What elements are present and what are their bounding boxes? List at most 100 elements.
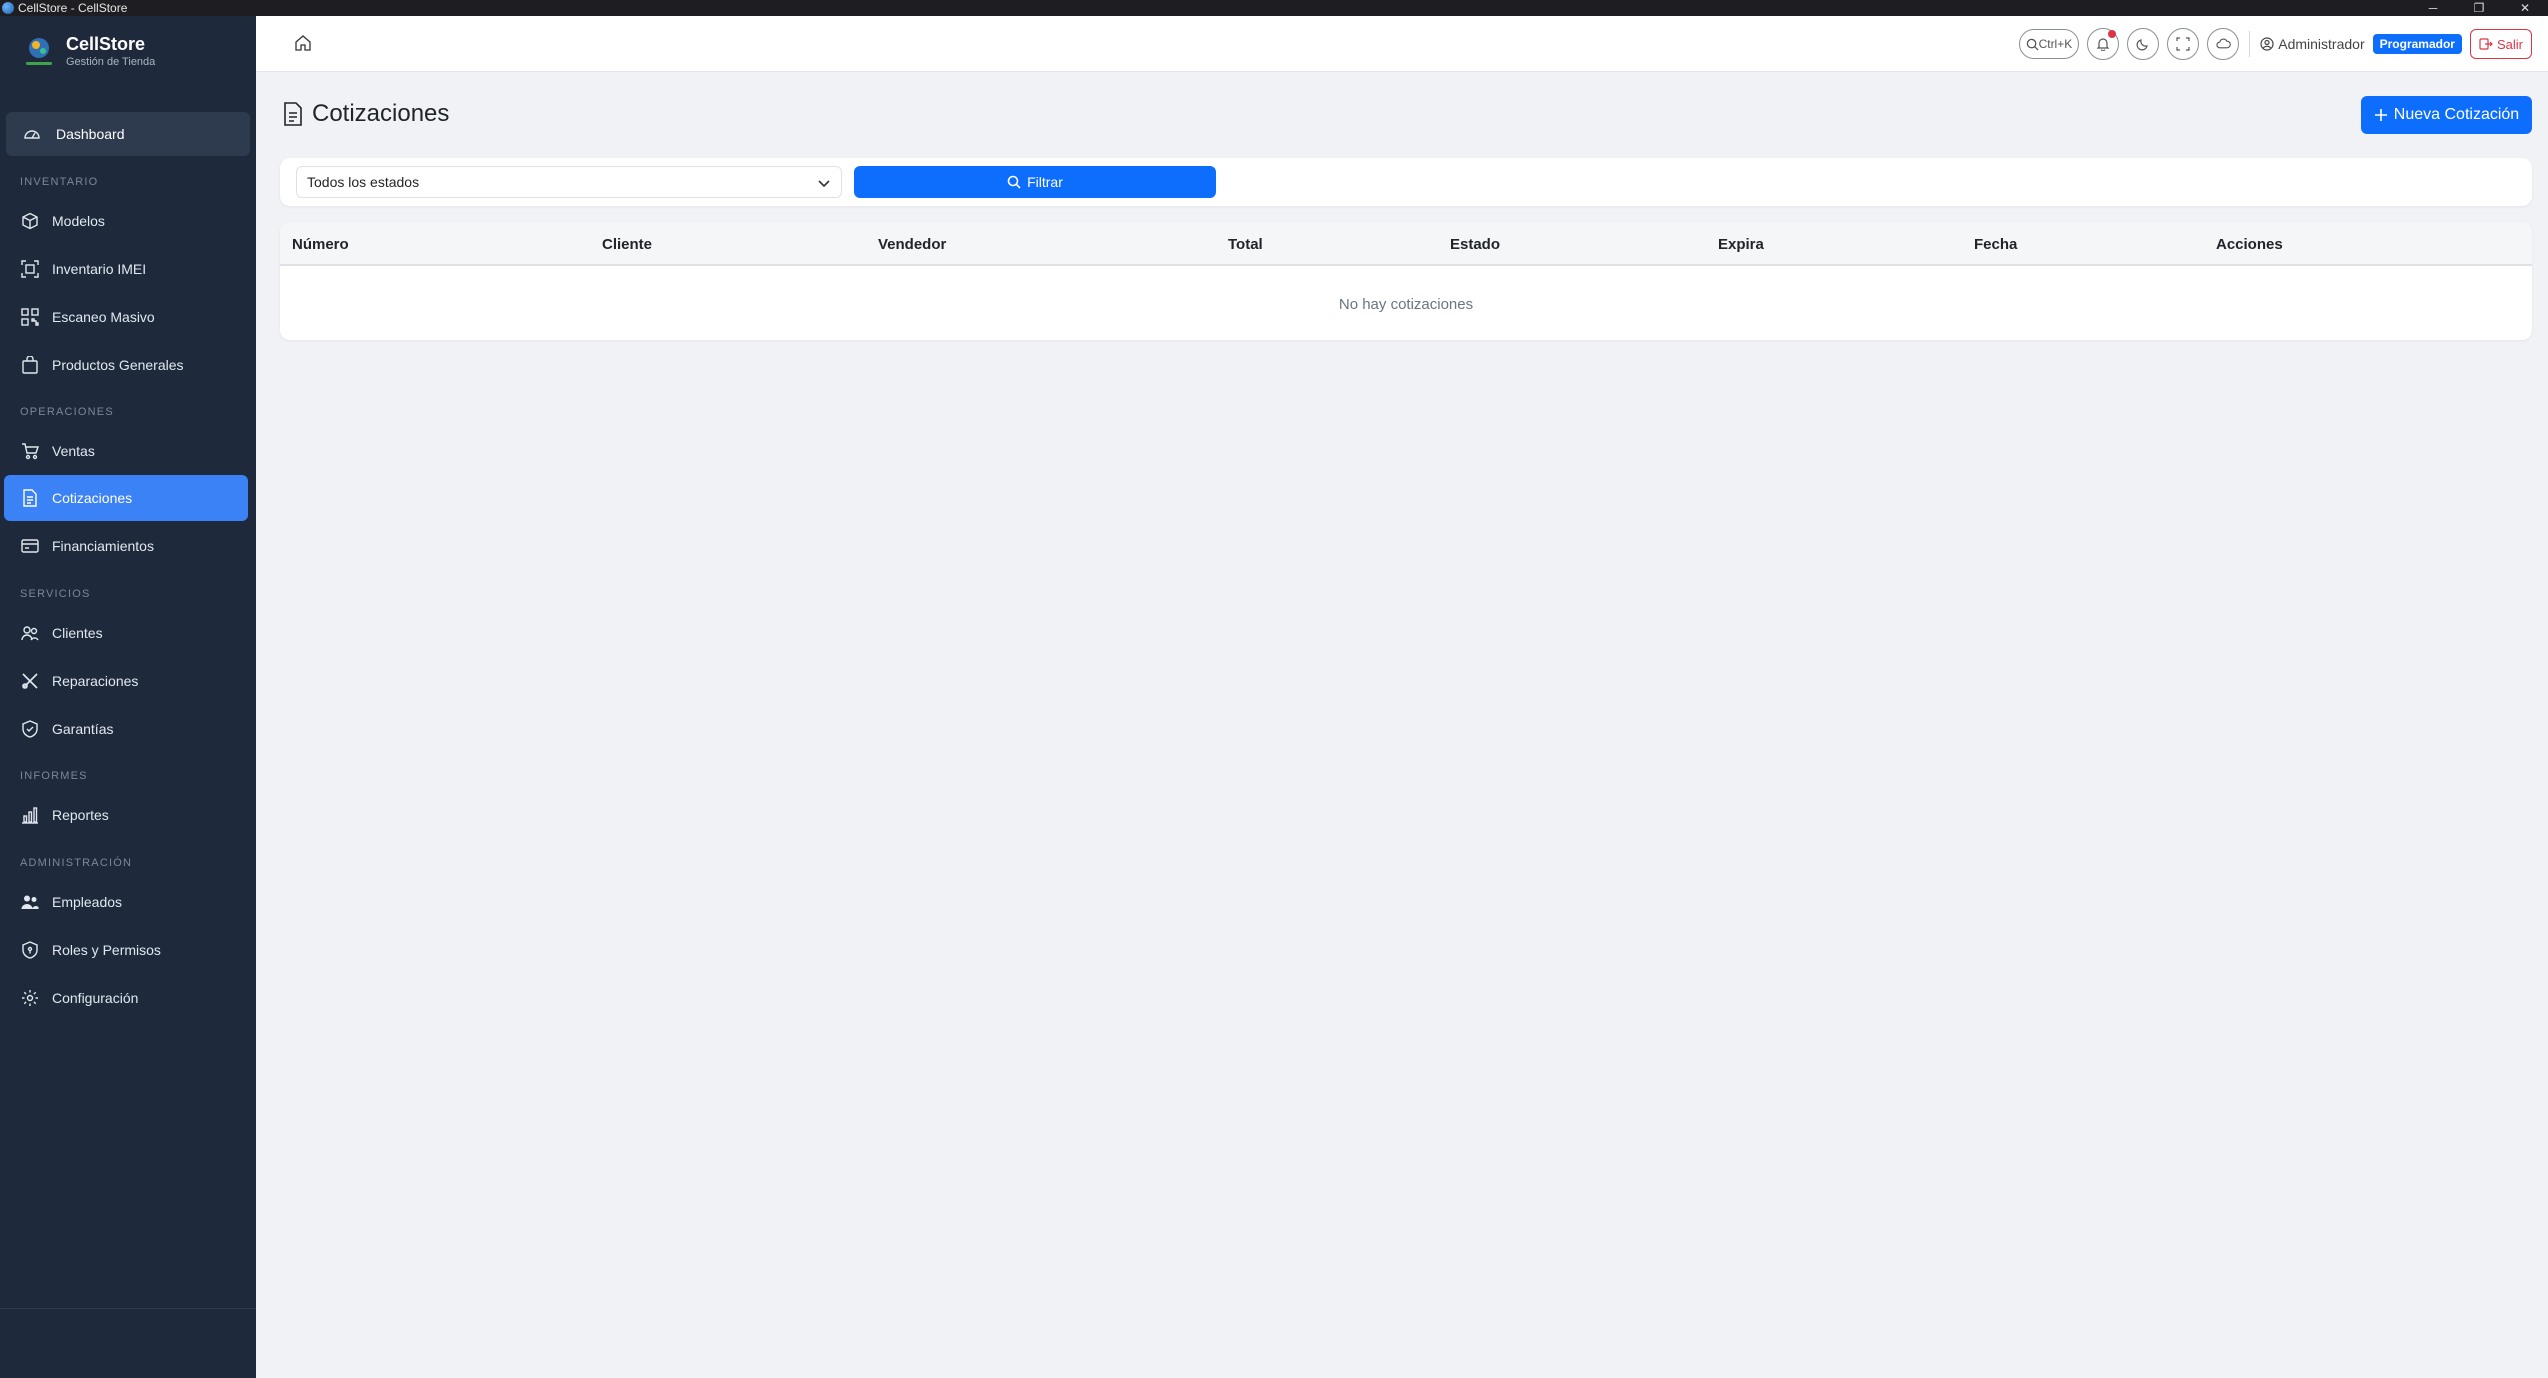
moon-icon: [2136, 39, 2149, 51]
page-title: Cotizaciones: [312, 100, 450, 127]
filter-button-label: Filtrar: [1027, 174, 1063, 190]
brand[interactable]: CellStore Gestión de Tienda: [0, 16, 256, 86]
sidebar-item-label: Financiamientos: [52, 538, 154, 554]
sidebar-item-label: Modelos: [52, 213, 105, 229]
sidebar-item-label: Escaneo Masivo: [52, 309, 155, 325]
fullscreen-button[interactable]: [2167, 28, 2200, 60]
sidebar-item-label: Reportes: [52, 807, 109, 823]
column-header-estado[interactable]: Estado: [1450, 222, 1500, 266]
window-title: CellStore - CellStore: [18, 1, 128, 15]
section-administracion: ADMINISTRACIÓN: [20, 857, 133, 869]
sidebar-item-garantias[interactable]: Garantías: [4, 706, 248, 752]
bag-icon: [20, 355, 40, 375]
logout-icon: [2479, 38, 2493, 50]
sidebar-item-label: Inventario IMEI: [52, 261, 147, 277]
speedometer-icon: [22, 124, 42, 144]
chevron-down-icon: [818, 180, 830, 188]
document-icon: [284, 102, 302, 126]
sidebar-item-ventas[interactable]: Ventas: [4, 428, 248, 474]
column-header-fecha[interactable]: Fecha: [1974, 222, 2017, 266]
search-icon: [2026, 38, 2039, 51]
search-icon: [1007, 175, 1021, 189]
bell-icon: [2096, 38, 2110, 51]
section-operaciones: OPERACIONES: [20, 406, 114, 418]
sidebar-item-configuracion[interactable]: Configuración: [4, 975, 248, 1021]
column-header-total[interactable]: Total: [1228, 222, 1263, 266]
credit-card-icon: [20, 536, 40, 556]
theme-toggle-button[interactable]: [2127, 28, 2160, 60]
section-servicios: SERVICIOS: [20, 588, 91, 600]
shield-check-icon: [20, 719, 40, 739]
page-header: Cotizaciones: [282, 100, 449, 128]
role-badge: Programador: [2372, 34, 2462, 54]
notification-dot: [2108, 30, 2117, 38]
user-menu[interactable]: Administrador: [2260, 36, 2365, 52]
sidebar-footer: [0, 1308, 256, 1378]
sidebar-item-dashboard[interactable]: Dashboard: [6, 112, 250, 156]
maximize-button[interactable]: ❐: [2456, 0, 2502, 16]
empty-state-message: No hay cotizaciones: [1338, 295, 1474, 313]
logout-button[interactable]: Salir: [2469, 29, 2532, 59]
window-titlebar: CellStore - CellStore ─ ❐ ✕: [0, 0, 2548, 16]
column-header-expira[interactable]: Expira: [1718, 222, 1764, 266]
column-header-vendedor[interactable]: Vendedor: [878, 222, 946, 266]
notifications-button[interactable]: [2087, 28, 2120, 60]
bar-chart-icon: [20, 805, 40, 825]
topbar: Ctrl+K Administrador Programador Salir: [256, 16, 2548, 72]
new-quote-button[interactable]: Nueva Cotización: [2361, 96, 2532, 134]
cloud-icon: [2216, 38, 2231, 49]
section-informes: INFORMES: [20, 770, 88, 782]
sidebar-item-label: Garantías: [52, 721, 114, 737]
column-header-acciones: Acciones: [2216, 235, 2283, 253]
sidebar-item-modelos[interactable]: Modelos: [4, 198, 248, 244]
shield-lock-icon: [20, 940, 40, 960]
sidebar-item-clientes[interactable]: Clientes: [4, 610, 248, 656]
status-select-value: Todos los estados: [307, 174, 420, 190]
tools-icon: [20, 671, 40, 691]
sidebar-item-label: Reparaciones: [52, 673, 139, 689]
search-shortcut: Ctrl+K: [2038, 37, 2073, 51]
sidebar-item-inventario-imei[interactable]: Inventario IMEI: [4, 246, 248, 292]
filter-card: Todos los estados Filtrar: [280, 158, 2532, 206]
sidebar-item-escaneo-masivo[interactable]: Escaneo Masivo: [4, 294, 248, 340]
people-icon: [20, 623, 40, 643]
brand-tagline: Gestión de Tienda: [66, 56, 156, 68]
people-fill-icon: [20, 892, 40, 912]
fullscreen-icon: [2176, 37, 2190, 51]
sidebar-item-label: Ventas: [52, 443, 95, 459]
status-select[interactable]: Todos los estados: [296, 166, 842, 198]
cloud-sync-button[interactable]: [2207, 28, 2240, 60]
sidebar-item-label: Roles y Permisos: [52, 942, 161, 958]
brand-logo: [18, 30, 60, 72]
app-icon: [2, 2, 14, 14]
minimize-button[interactable]: ─: [2410, 0, 2456, 16]
home-icon[interactable]: [294, 34, 314, 54]
filter-button[interactable]: Filtrar: [854, 166, 1216, 198]
sidebar-item-roles-permisos[interactable]: Roles y Permisos: [4, 927, 248, 973]
column-header-numero[interactable]: Número: [292, 222, 349, 266]
document-icon: [20, 488, 40, 508]
sidebar-item-reparaciones[interactable]: Reparaciones: [4, 658, 248, 704]
sidebar-item-cotizaciones[interactable]: Cotizaciones: [4, 475, 248, 521]
sidebar-item-empleados[interactable]: Empleados: [4, 879, 248, 925]
sidebar-item-label: Configuración: [52, 990, 139, 1006]
sidebar-item-label: Empleados: [52, 894, 123, 910]
section-inventario: INVENTARIO: [20, 176, 99, 188]
sidebar-item-financiamientos[interactable]: Financiamientos: [4, 523, 248, 569]
divider: [2249, 31, 2251, 57]
table-header: Número Cliente Vendedor Total Estado Exp…: [280, 222, 2532, 266]
cart-icon: [20, 441, 40, 461]
new-quote-label: Nueva Cotización: [2393, 106, 2520, 123]
column-header-cliente[interactable]: Cliente: [602, 222, 652, 266]
sidebar-item-label: Productos Generales: [52, 357, 184, 373]
sidebar-item-reportes[interactable]: Reportes: [4, 792, 248, 838]
sidebar-item-label: Cotizaciones: [52, 490, 133, 506]
close-window-button[interactable]: ✕: [2502, 0, 2548, 16]
sidebar: CellStore Gestión de Tienda Dashboard IN…: [0, 16, 256, 1378]
plus-icon: [2374, 109, 2387, 121]
gear-icon: [20, 988, 40, 1008]
user-name: Administrador: [2278, 36, 2365, 52]
logout-label: Salir: [2496, 36, 2523, 52]
command-search-button[interactable]: Ctrl+K: [2018, 29, 2080, 59]
sidebar-item-productos-generales[interactable]: Productos Generales: [4, 342, 248, 388]
